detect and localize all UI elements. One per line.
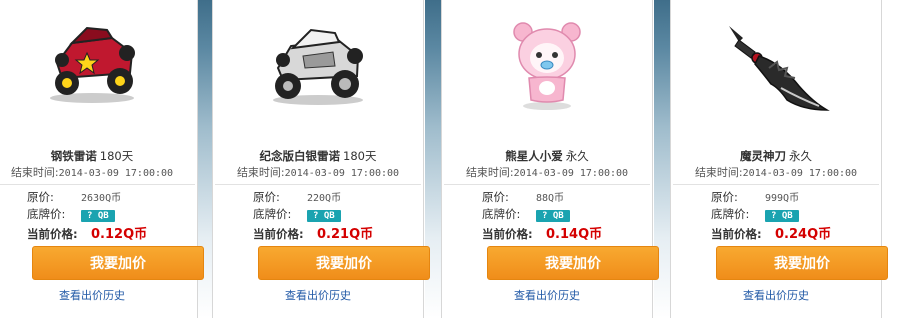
end-time-label: 结束时间:	[10, 166, 59, 179]
divider	[0, 184, 195, 185]
original-price-label: 原价:	[711, 190, 738, 204]
silver-racing-kart-image[interactable]	[213, 18, 423, 130]
original-price-row: 原价: 88Q币	[482, 189, 564, 205]
original-price-row: 原价: 220Q币	[253, 189, 341, 205]
original-price-value: 2630Q币	[81, 193, 122, 204]
bid-button[interactable]: 我要加价	[487, 246, 659, 280]
end-time-line: 结束时间:2014-03-09 17:00:00	[671, 164, 881, 180]
original-price-label: 原价:	[482, 190, 509, 204]
floor-price-label: 底牌价:	[27, 207, 66, 221]
current-price-label: 当前价格:	[482, 227, 533, 241]
end-time-line: 结束时间:2014-03-09 17:00:00	[213, 164, 423, 180]
end-time-line: 结束时间:2014-03-09 17:00:00	[442, 164, 652, 180]
current-price-row: 当前价格: 0.24Q币	[711, 223, 831, 242]
pink-bear-pet-image[interactable]	[442, 18, 652, 130]
auction-card: 魔灵神刀 永久 结束时间:2014-03-09 17:00:00 原价: 999Q币…	[670, 0, 888, 318]
bid-button[interactable]: 我要加价	[258, 246, 430, 280]
original-price-row: 原价: 2630Q币	[27, 189, 121, 205]
dark-blade-image[interactable]	[671, 18, 881, 130]
original-price-value: 88Q币	[536, 193, 565, 204]
original-price-value: 999Q币	[765, 193, 800, 204]
floor-price-label: 底牌价:	[482, 207, 521, 221]
current-price-row: 当前价格: 0.12Q币	[27, 223, 147, 242]
current-price-value: 0.21Q币	[317, 227, 374, 242]
item-name: 魔灵神刀	[740, 149, 786, 163]
end-time-line: 结束时间:2014-03-09 17:00:00	[0, 164, 197, 180]
end-time-value: 2014-03-09 17:00:00	[742, 168, 858, 179]
item-name: 钢铁雷诺	[50, 149, 97, 163]
end-time-label: 结束时间:	[465, 166, 514, 179]
divider	[215, 184, 421, 185]
end-time-label: 结束时间:	[236, 166, 285, 179]
item-duration: 180天	[99, 149, 134, 163]
current-price-label: 当前价格:	[27, 227, 78, 241]
item-name: 熊星人小爱	[505, 149, 563, 163]
original-price-value: 220Q币	[307, 193, 342, 204]
item-name: 纪念版白银雷诺	[259, 149, 341, 163]
item-name-line: 纪念版白银雷诺 180天	[213, 148, 423, 164]
bid-history-link[interactable]: 查看出价历史	[671, 287, 881, 303]
item-duration: 永久	[565, 149, 589, 163]
bid-button[interactable]: 我要加价	[716, 246, 888, 280]
item-name-line: 钢铁雷诺 180天	[0, 148, 197, 164]
floor-price-label: 底牌价:	[711, 207, 750, 221]
current-price-label: 当前价格:	[253, 227, 304, 241]
floor-price-row: 底牌价: ? QB	[482, 206, 570, 222]
floor-price-row: 底牌价: ? QB	[253, 206, 341, 222]
item-name-line: 熊星人小爱 永久	[442, 148, 652, 164]
divider	[673, 184, 879, 185]
current-price-row: 当前价格: 0.14Q币	[482, 223, 602, 242]
original-price-row: 原价: 999Q币	[711, 189, 799, 205]
item-duration: 永久	[789, 149, 812, 163]
floor-price-badge: ? QB	[307, 210, 341, 222]
divider	[444, 184, 650, 185]
auction-card: 钢铁雷诺 180天 结束时间:2014-03-09 17:00:00 原价: 263…	[0, 0, 204, 318]
floor-price-badge: ? QB	[536, 210, 570, 222]
bid-history-link[interactable]: 查看出价历史	[442, 287, 652, 303]
bid-history-link[interactable]: 查看出价历史	[213, 287, 423, 303]
current-price-value: 0.24Q币	[775, 227, 832, 242]
end-time-value: 2014-03-09 17:00:00	[513, 168, 629, 179]
current-price-label: 当前价格:	[711, 227, 762, 241]
item-duration: 180天	[343, 149, 377, 163]
original-price-label: 原价:	[253, 190, 280, 204]
end-time-value: 2014-03-09 17:00:00	[58, 168, 174, 179]
auction-card: 熊星人小爱 永久 结束时间:2014-03-09 17:00:00 原价: 88Q币…	[441, 0, 659, 318]
current-price-value: 0.12Q币	[91, 227, 148, 242]
bid-history-link[interactable]: 查看出价历史	[0, 287, 197, 303]
floor-price-label: 底牌价:	[253, 207, 292, 221]
item-name-line: 魔灵神刀 永久	[671, 148, 881, 164]
floor-price-badge: ? QB	[765, 210, 799, 222]
current-price-row: 当前价格: 0.21Q币	[253, 223, 373, 242]
auction-card: 纪念版白银雷诺 180天 结束时间:2014-03-09 17:00:00 原价:…	[212, 0, 430, 318]
original-price-label: 原价:	[27, 190, 54, 204]
bid-button[interactable]: 我要加价	[32, 246, 204, 280]
red-racing-kart-image[interactable]	[0, 18, 197, 130]
end-time-value: 2014-03-09 17:00:00	[284, 168, 400, 179]
end-time-label: 结束时间:	[694, 166, 743, 179]
floor-price-row: 底牌价: ? QB	[27, 206, 115, 222]
floor-price-row: 底牌价: ? QB	[711, 206, 799, 222]
current-price-value: 0.14Q币	[546, 227, 603, 242]
floor-price-badge: ? QB	[81, 210, 115, 222]
